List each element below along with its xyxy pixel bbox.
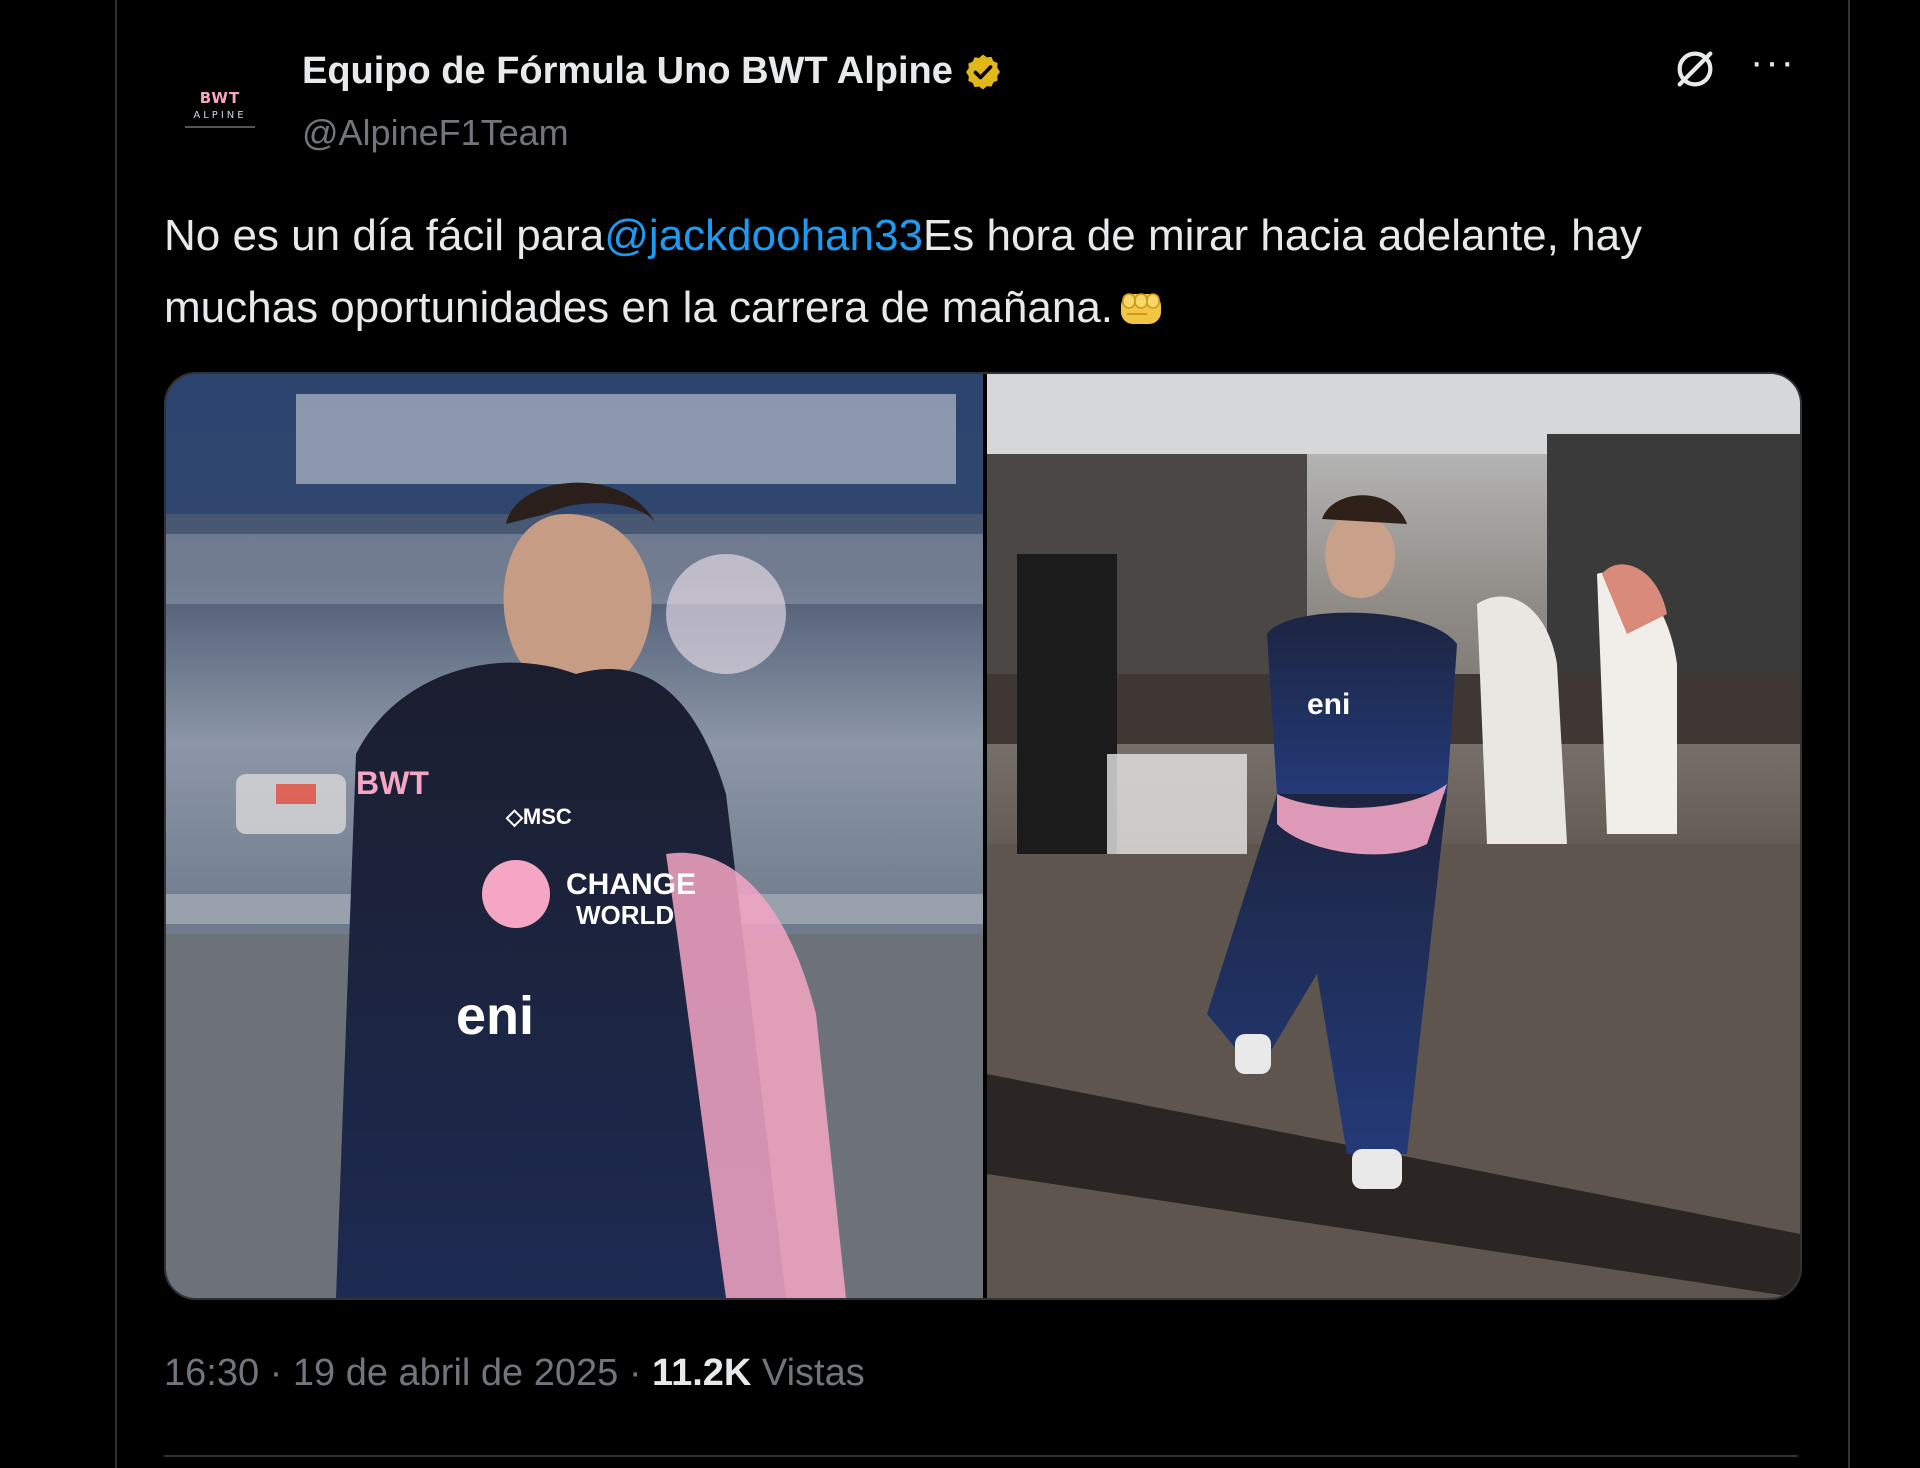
- tweet-media-grid: eni CHANGE WORLD BWT ◇MSC eni: [164, 372, 1802, 1300]
- meta-separator-1: ·: [269, 1352, 283, 1394]
- tweet-text-before-mention: No es un día fácil para: [164, 211, 605, 260]
- tweet-text: No es un día fácil para@jackdoohan33Es h…: [164, 200, 1804, 344]
- svg-text:CHANGE: CHANGE: [566, 868, 696, 901]
- svg-text:eni: eni: [456, 986, 534, 1046]
- author-name-text: Equipo de Fórmula Uno BWT Alpine: [302, 50, 953, 92]
- verified-badge-icon[interactable]: [963, 52, 1003, 92]
- photo-2-illustration: eni: [987, 374, 1800, 1298]
- tweet-page: BWT ALPINE Equipo de Fórmula Uno BWT Alp…: [0, 0, 1920, 1468]
- avatar-logo-bwt: BWT: [199, 88, 241, 107]
- author-display-name[interactable]: Equipo de Fórmula Uno BWT Alpine: [302, 50, 1003, 93]
- media-photo-2[interactable]: eni: [987, 374, 1800, 1298]
- views-count: 11.2K: [652, 1352, 752, 1394]
- column-border-left: [115, 0, 117, 1468]
- tweet-bottom-divider: [164, 1455, 1798, 1457]
- meta-separator-2: ·: [628, 1352, 642, 1394]
- svg-text:eni: eni: [1307, 688, 1350, 721]
- oncoming-fist-emoji-icon: [1121, 293, 1162, 324]
- tweet-date: 19 de abril de 2025: [292, 1352, 619, 1394]
- tweet-time: 16:30: [164, 1352, 260, 1394]
- avatar-logo-underline: [185, 125, 255, 128]
- avatar[interactable]: BWT ALPINE: [170, 58, 270, 158]
- column-border-right: [1848, 0, 1850, 1468]
- svg-text:WORLD: WORLD: [576, 900, 674, 930]
- mention-link[interactable]: @jackdoohan33: [604, 211, 923, 260]
- photo-1-illustration: eni CHANGE WORLD BWT ◇MSC: [166, 374, 983, 1298]
- svg-text:◇MSC: ◇MSC: [505, 804, 572, 829]
- media-photo-1[interactable]: eni CHANGE WORLD BWT ◇MSC: [166, 374, 983, 1298]
- more-options-icon[interactable]: ···: [1748, 42, 1798, 88]
- tweet-timestamp[interactable]: 16:30 · 19 de abril de 2025 · 11.2K Vist…: [164, 1352, 865, 1395]
- author-handle[interactable]: @AlpineF1Team: [302, 112, 569, 154]
- svg-text:BWT: BWT: [356, 765, 429, 801]
- grok-icon[interactable]: [1672, 46, 1718, 92]
- views-label: Vistas: [761, 1352, 865, 1394]
- avatar-logo-alpine: ALPINE: [193, 109, 247, 121]
